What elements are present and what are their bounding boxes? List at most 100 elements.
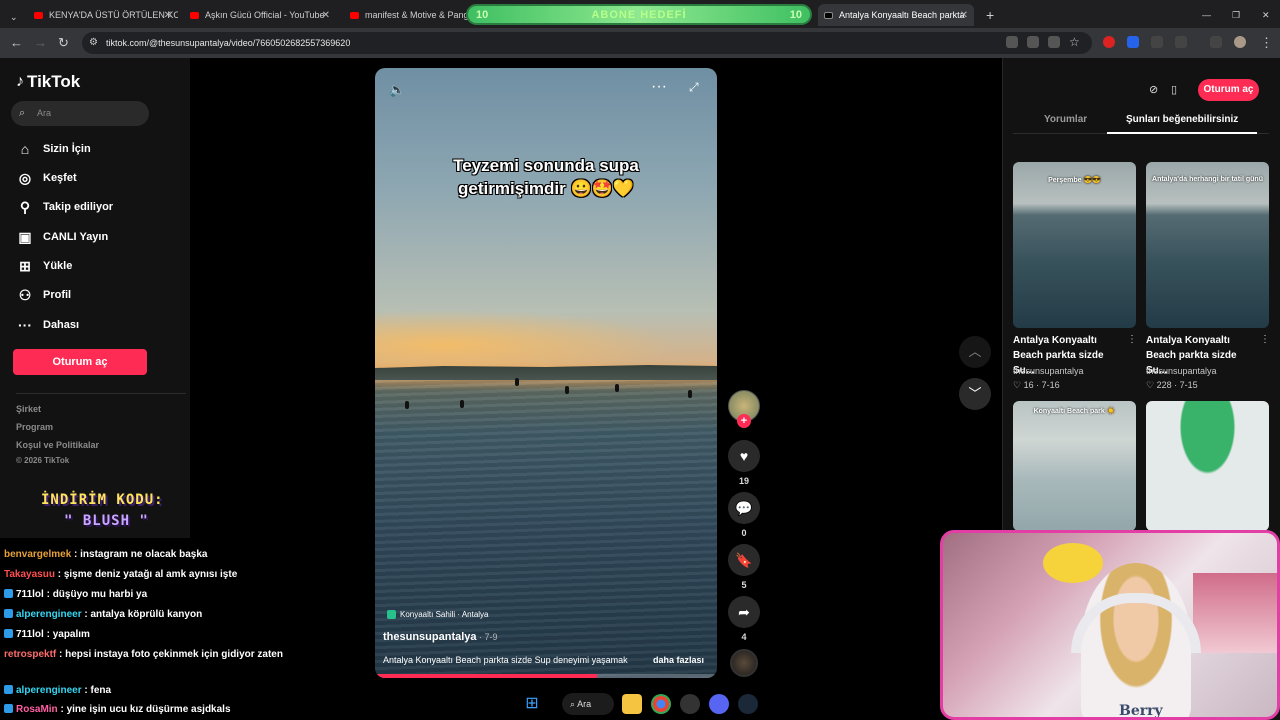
compass-icon[interactable]: ⊘ bbox=[1149, 83, 1158, 96]
reload-icon[interactable]: ↻ bbox=[58, 35, 69, 51]
phone-icon[interactable]: ▯ bbox=[1171, 83, 1177, 96]
cast-icon[interactable] bbox=[1027, 36, 1039, 48]
tiktok-logo[interactable]: ♪ TikTok bbox=[16, 72, 80, 92]
tiktok-icon bbox=[824, 11, 833, 19]
more-options-icon[interactable]: ··· bbox=[651, 78, 667, 96]
video-user[interactable]: thesunsupantalya bbox=[1146, 366, 1217, 376]
save-button[interactable]: 🔖 bbox=[728, 544, 760, 576]
close-icon[interactable]: ✕ bbox=[164, 10, 172, 21]
nav-label: Takip ediliyor bbox=[43, 201, 114, 213]
nav-more[interactable]: ··· Dahası bbox=[14, 313, 79, 337]
tab-list-button[interactable]: ⌄ bbox=[4, 6, 22, 28]
fullscreen-icon[interactable]: ⤢ bbox=[689, 80, 699, 95]
close-icon[interactable]: ✕ bbox=[960, 10, 968, 21]
taskbar-search[interactable]: ⌕ Ara bbox=[562, 693, 614, 715]
next-video-button[interactable]: ﹀ bbox=[959, 378, 991, 410]
forward-icon[interactable]: → bbox=[34, 35, 47, 50]
footer-link-program[interactable]: Program bbox=[16, 422, 53, 432]
close-window-icon[interactable]: ✕ bbox=[1256, 4, 1272, 26]
app-icon[interactable] bbox=[680, 694, 700, 714]
video-user[interactable]: thesunsupantalya bbox=[1013, 366, 1084, 376]
extension-icon[interactable] bbox=[1151, 36, 1163, 48]
nav-explore[interactable]: ◎ Keşfet bbox=[14, 166, 77, 190]
windows-start-icon[interactable]: ⊞ bbox=[522, 694, 542, 714]
site-info-icon[interactable]: ⚙ bbox=[89, 37, 98, 48]
nav-label: CANLI Yayın bbox=[43, 231, 109, 243]
taskbar: ⊞ ⌕ Ara bbox=[480, 688, 780, 720]
profile-avatar[interactable] bbox=[1234, 36, 1246, 48]
comment-button[interactable]: 💬 bbox=[728, 492, 760, 524]
more-vertical-icon[interactable]: ⋮ bbox=[1260, 334, 1270, 345]
maximize-icon[interactable]: ❐ bbox=[1226, 4, 1242, 26]
file-explorer-icon[interactable] bbox=[622, 694, 642, 714]
tab-2[interactable]: Aşkın Gücü Official - YouTube ✕ bbox=[184, 4, 336, 26]
video-thumbnail[interactable]: Konyaaltı Beach park ☀️ bbox=[1013, 401, 1136, 531]
tab-1[interactable]: KENYA'DA ÜSTÜ ÖRTÜLEN KO ✕ bbox=[28, 4, 178, 26]
close-icon[interactable]: ✕ bbox=[322, 10, 330, 21]
video-author[interactable]: thesunsupantalya · 7-9 bbox=[383, 631, 498, 643]
url-field[interactable]: tiktok.com/@thesunsupantalya/video/76605… bbox=[82, 32, 1092, 54]
tab-you-may-like[interactable]: Şunları beğenebilirsiniz bbox=[1126, 114, 1238, 125]
chat-user: alperengineer bbox=[16, 685, 82, 696]
chat-badge-icon bbox=[4, 704, 13, 713]
nav-upload[interactable]: ⊞ Yükle bbox=[14, 254, 72, 278]
nav-live[interactable]: ▣ CANLI Yayın bbox=[14, 225, 108, 249]
video-thumbnail[interactable]: Perşembe 😎😎 bbox=[1013, 162, 1136, 328]
chrome-icon[interactable] bbox=[651, 694, 671, 714]
login-button[interactable]: Oturum aç bbox=[13, 349, 147, 375]
tab-comments[interactable]: Yorumlar bbox=[1044, 114, 1087, 125]
discount-code-overlay: İNDİRİM KODU: " BLUSH " bbox=[14, 486, 190, 534]
chat-message: 711lol : yapalım bbox=[4, 628, 300, 642]
location-tag[interactable]: Konyaaltı Sahili · Antalya bbox=[387, 610, 489, 619]
nav-profile[interactable]: ⚇ Profil bbox=[14, 283, 71, 307]
tab-active[interactable]: Antalya Konyaaltı Beach parkta ✕ bbox=[818, 4, 974, 26]
nav-for-you[interactable]: ⌂ Sizin İçin bbox=[14, 137, 91, 161]
bookmark-star-icon[interactable]: ☆ bbox=[1069, 35, 1080, 49]
video-thumbnail[interactable]: Antalya'da herhangi bir tatil günü bbox=[1146, 162, 1269, 328]
volume-icon[interactable]: 🔈 bbox=[389, 82, 405, 98]
see-more-link[interactable]: daha fazlası bbox=[653, 655, 704, 665]
menu-dots-icon[interactable]: ⋮ bbox=[1260, 35, 1273, 51]
previous-video-button[interactable]: ︿ bbox=[959, 336, 991, 368]
discord-icon[interactable] bbox=[709, 694, 729, 714]
music-disc-icon[interactable] bbox=[730, 649, 758, 677]
new-tab-button[interactable]: + bbox=[980, 4, 998, 26]
more-vertical-icon[interactable]: ⋮ bbox=[1127, 334, 1137, 345]
subscriber-goal-overlay: 10 ABONE HEDEFİ 10 bbox=[466, 4, 812, 25]
chat-user: retrospektf bbox=[4, 649, 57, 660]
search-input[interactable]: ⌕ Ara bbox=[11, 101, 149, 126]
login-button-top[interactable]: Oturum aç bbox=[1198, 79, 1259, 101]
follow-button[interactable]: + bbox=[737, 414, 751, 428]
author-name[interactable]: thesunsupantalya bbox=[383, 631, 477, 643]
translate-icon[interactable] bbox=[1006, 36, 1018, 48]
nav-label: Yükle bbox=[43, 260, 73, 272]
share-button[interactable]: ➦ bbox=[728, 596, 760, 628]
shirt-text: Berry bbox=[1119, 703, 1163, 719]
footer-link-company[interactable]: Şirket bbox=[16, 404, 41, 414]
extension-red-icon[interactable] bbox=[1103, 36, 1115, 48]
like-button[interactable]: ♥ bbox=[728, 440, 760, 472]
steam-icon[interactable] bbox=[738, 694, 758, 714]
minimize-icon[interactable]: — bbox=[1196, 4, 1212, 26]
extensions-puzzle-icon[interactable] bbox=[1175, 36, 1187, 48]
video-thumbnail[interactable] bbox=[1146, 401, 1269, 531]
copyright: © 2026 TikTok bbox=[16, 456, 70, 465]
logo-text: TikTok bbox=[27, 72, 81, 91]
back-icon[interactable]: ← bbox=[10, 35, 23, 50]
location-label: Konyaaltı Sahili · Antalya bbox=[400, 610, 489, 619]
chat-text: yapalım bbox=[52, 629, 90, 640]
eye-off-icon[interactable] bbox=[1048, 36, 1060, 48]
tiktok-sidebar: ♪ TikTok ⌕ Ara ⌂ Sizin İçin ◎ Keşfet ⚲ Takip … bbox=[0, 58, 190, 538]
video-player[interactable]: Teyzemi sonunda supa getirmişimdir 😀🤩💛 🔈… bbox=[375, 68, 717, 678]
reading-list-icon[interactable] bbox=[1210, 36, 1222, 48]
chat-badge-icon bbox=[4, 685, 13, 694]
goal-right-count: 10 bbox=[789, 8, 802, 21]
stream-chat-overlay: benvargelmek : instagram ne olacak başka… bbox=[0, 548, 300, 720]
tab-3[interactable]: manifest & Motive & Pango bbox=[344, 4, 468, 26]
nav-following[interactable]: ⚲ Takip ediliyor bbox=[14, 195, 113, 219]
compass-icon: ◎ bbox=[18, 169, 32, 186]
footer-link-terms[interactable]: Koşul ve Politikalar bbox=[16, 440, 99, 450]
like-count: 228 bbox=[1156, 380, 1172, 390]
extension-blue-icon[interactable] bbox=[1127, 36, 1139, 48]
video-progress-bar[interactable] bbox=[375, 674, 717, 678]
